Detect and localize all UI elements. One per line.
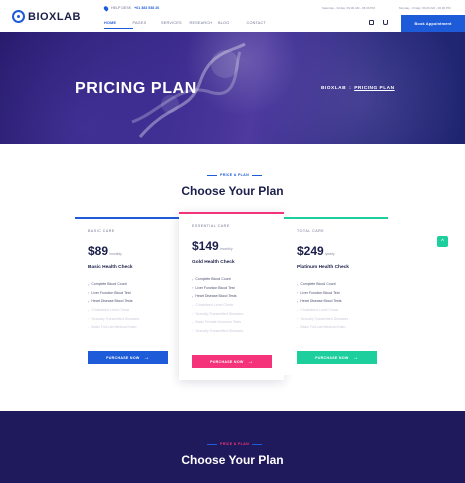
page-hero: PRICING PLAN BIOXLAB : PRICING PLAN [0, 32, 465, 144]
feature-item: Liver Function Blood Test [192, 284, 243, 293]
feature-item: Heart Disease Blood Tests [297, 297, 348, 306]
plan-name: TOTAL CARE [297, 229, 325, 233]
chevron-up-icon: ^ [441, 238, 444, 245]
feature-list: Complete Blood Count Liver Function Bloo… [88, 280, 139, 332]
plan-price: $149 /monthly [192, 239, 233, 253]
search-icon[interactable] [369, 20, 374, 25]
price-period: /monthly [219, 247, 233, 251]
price-amount: $89 [88, 244, 109, 258]
purchase-button-label: PURCHASE NOW [210, 359, 244, 364]
plan-price: $89 /monthly [88, 244, 122, 258]
cart-icon[interactable] [383, 20, 388, 25]
breadcrumb-separator: : [349, 86, 352, 91]
price-amount: $149 [192, 239, 219, 253]
breadcrumb: BIOXLAB : PRICING PLAN [321, 86, 395, 91]
page-title: PRICING PLAN [75, 80, 197, 97]
feature-item-disabled: Basic Full-Lab Medical Exam [88, 323, 139, 332]
scroll-to-top-button[interactable]: ^ [437, 236, 448, 247]
purchase-button-label: PURCHASE NOW [106, 355, 140, 360]
arrow-right-icon: → [143, 354, 150, 361]
feature-item-disabled: Basic Female Hormone Tests [192, 318, 243, 327]
plan-subtitle: Platinum Health Check [297, 265, 349, 270]
feature-item-disabled: Sexually Transmitted Diseases [297, 314, 348, 323]
purchase-button-total[interactable]: PURCHASE NOW → [297, 351, 377, 364]
plan-subtitle: Basic Health Check [88, 265, 133, 270]
plan-accent-bar [284, 217, 388, 219]
feature-item-disabled: Cholesterol Level Check [192, 301, 243, 310]
price-period: /yearly [324, 252, 335, 256]
plan-card-total: TOTAL CARE $249 /yearly Platinum Health … [284, 217, 388, 375]
price-amount: $249 [297, 244, 324, 258]
arrow-right-icon: → [247, 358, 254, 365]
feature-item: Liver Function Blood Test [88, 289, 139, 298]
help-desk: HELP DESK +61 383 538 26 [102, 4, 159, 12]
pricing-dark-section: PRICE & PLAN Choose Your Plan [0, 411, 465, 483]
plan-name: ESSENTIAL CARE [192, 224, 230, 228]
feature-item: Liver Function Blood Test [297, 289, 348, 298]
nav-home[interactable]: HOME [104, 21, 133, 29]
nav-services[interactable]: SERVICES [161, 21, 190, 29]
feature-list: Complete Blood Count Liver Function Bloo… [192, 275, 243, 335]
help-desk-label: HELP DESK [111, 6, 132, 10]
feature-item: Heart Disease Blood Tests [88, 297, 139, 306]
feature-item-disabled: Sexually Transmitted Diseases [192, 309, 243, 318]
section-title: Choose Your Plan [181, 184, 284, 198]
logo[interactable]: BIOXLAB [12, 10, 81, 23]
location-pin-icon [102, 4, 110, 12]
arrow-right-icon: → [352, 354, 359, 361]
purchase-button-label: PURCHASE NOW [315, 355, 349, 360]
purchase-button-essential[interactable]: PURCHASE NOW → [192, 355, 272, 368]
feature-item-disabled: Basic Full-Lab Medical Exam [297, 323, 348, 332]
feature-item: Complete Blood Count [88, 280, 139, 289]
breadcrumb-current: PRICING PLAN [354, 86, 395, 91]
section-title: Choose Your Plan [181, 453, 284, 467]
nav-blog[interactable]: BLOG [218, 21, 247, 29]
help-desk-phone[interactable]: +61 383 538 26 [134, 6, 159, 10]
site-header: BIOXLAB HELP DESK +61 383 538 26 Saturda… [0, 0, 465, 32]
section-eyebrow: PRICE & PLAN [207, 173, 262, 177]
plan-accent-bar [179, 212, 284, 214]
nav-contact[interactable]: CONTACT [247, 21, 276, 29]
feature-item-disabled: Cholesterol Level Check [88, 306, 139, 315]
price-period: /monthly [109, 252, 122, 256]
plan-accent-bar [75, 217, 179, 219]
purchase-button-basic[interactable]: PURCHASE NOW → [88, 351, 168, 364]
feature-item: Complete Blood Count [297, 280, 348, 289]
nav-research[interactable]: RESEARCH [190, 21, 219, 29]
book-appointment-button[interactable]: Book Appointment [401, 15, 465, 32]
opening-hours-2: Monday - Friday: 09.00 AM - 06.00 PM [399, 6, 451, 10]
feature-list: Complete Blood Count Liver Function Bloo… [297, 280, 348, 332]
breadcrumb-home[interactable]: BIOXLAB [321, 86, 346, 91]
feature-item-disabled: Sexually Transmitted Diseases [192, 327, 243, 336]
feature-item: Complete Blood Count [192, 275, 243, 284]
section-eyebrow: PRICE & PLAN [207, 442, 262, 446]
logo-text: BIOXLAB [28, 10, 81, 23]
plan-price: $249 /yearly [297, 244, 335, 258]
main-nav: HOME PAGES SERVICES RESEARCH BLOG CONTAC… [104, 21, 275, 29]
opening-hours-1: Saturday - Friday: 09.00 AM - 05.00 PM [322, 6, 375, 10]
plan-card-basic: BASIC CARE $89 /monthly Basic Health Che… [75, 217, 179, 375]
feature-item-disabled: Cholesterol Level Check [297, 306, 348, 315]
feature-item-disabled: Sexually Transmitted Diseases [88, 314, 139, 323]
plan-name: BASIC CARE [88, 229, 115, 233]
plan-subtitle: Gold Health Check [192, 260, 235, 265]
plan-card-essential: ESSENTIAL CARE $149 /monthly Gold Health… [179, 212, 284, 380]
logo-icon [12, 10, 25, 23]
nav-pages[interactable]: PAGES [133, 21, 162, 29]
feature-item: Heart Disease Blood Tests [192, 292, 243, 301]
